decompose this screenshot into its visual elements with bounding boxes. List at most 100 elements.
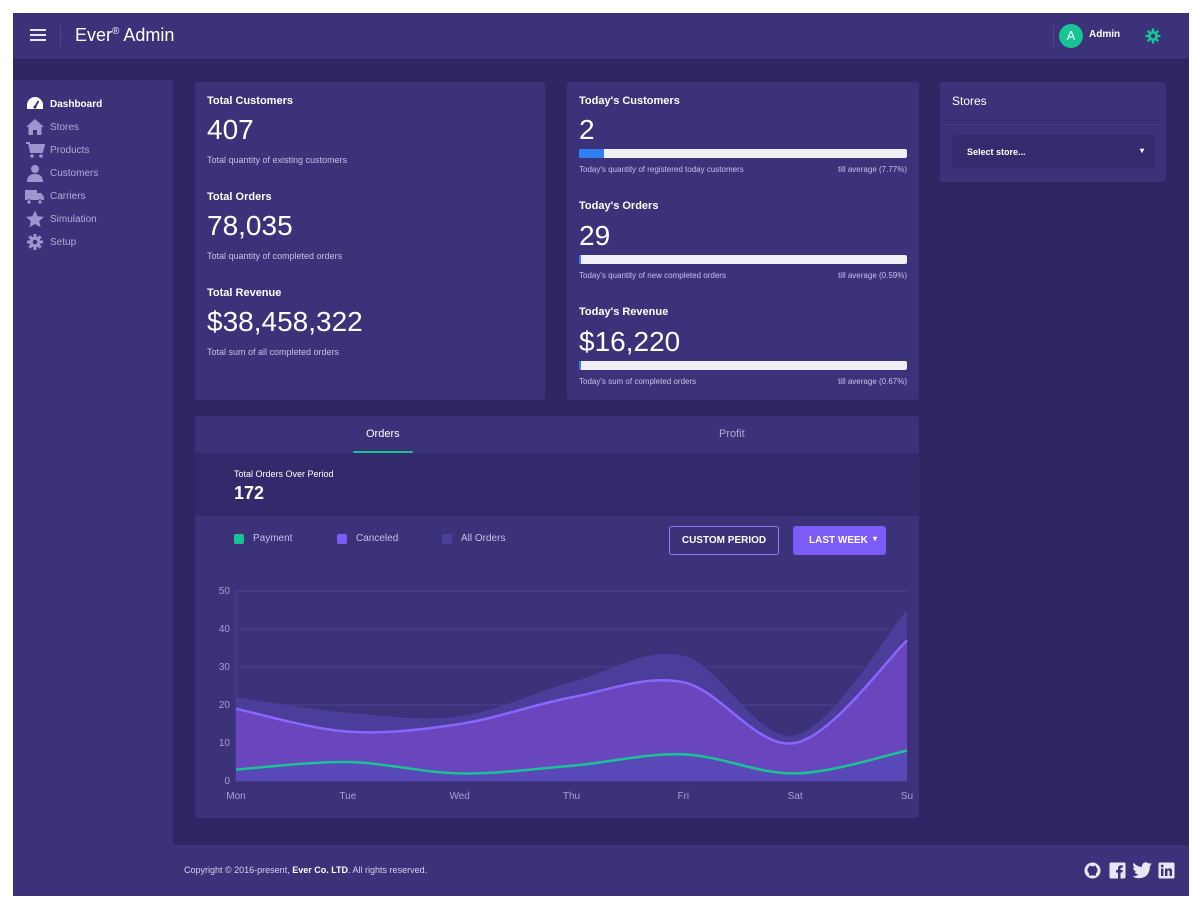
legend-label: All Orders: [461, 533, 506, 544]
brand-name: Ever: [75, 25, 113, 45]
company-name: Ever Co. LTD: [292, 865, 349, 875]
period-label: Total Orders Over Period: [234, 469, 334, 479]
sidebar-item-carriers[interactable]: Carriers: [25, 186, 86, 206]
sidebar-item-label: Setup: [50, 236, 77, 248]
sidebar-item-dashboard[interactable]: Dashboard: [25, 94, 102, 114]
user-icon: [25, 164, 45, 182]
hamburger-menu-icon[interactable]: [30, 27, 46, 45]
y-tick-label: 10: [219, 738, 231, 749]
legend-swatch: [337, 533, 347, 544]
x-tick-label: Thu: [563, 791, 580, 802]
chevron-down-icon: ▾: [1139, 146, 1144, 155]
header-divider-right: [1053, 25, 1054, 47]
sidebar-item-label: Dashboard: [50, 98, 103, 110]
brand-logo: Ever® Admin: [75, 25, 174, 46]
orders-chart-card: Orders Profit Total Orders Over Period 1…: [195, 416, 919, 818]
total-revenue-caption: Total sum of all completed orders: [207, 347, 340, 357]
legend-payment[interactable]: Payment: [234, 533, 292, 544]
total-orders-value: 78,035: [207, 210, 293, 241]
today-customers-title: Today's Customers: [579, 95, 680, 107]
sidebar: Dashboard Stores Products Customers Carr…: [13, 80, 173, 896]
star-icon: [25, 210, 45, 228]
total-revenue-title: Total Revenue: [207, 287, 282, 299]
truck-icon: [25, 187, 45, 205]
settings-gear-icon[interactable]: [1144, 27, 1162, 45]
dashboard-icon: [25, 95, 45, 113]
store-select[interactable]: Select store... ▾: [952, 135, 1154, 168]
stores-title: Stores: [952, 94, 987, 108]
sidebar-item-simulation[interactable]: Simulation: [25, 209, 97, 229]
home-icon: [25, 118, 45, 136]
period-summary: Total Orders Over Period 172: [195, 453, 919, 516]
header-divider: [60, 25, 61, 47]
chart-tabs: Orders Profit: [195, 416, 919, 454]
today-orders-title: Today's Orders: [579, 200, 659, 212]
total-customers-value: 407: [207, 114, 254, 145]
caret-down-icon: ▾: [872, 534, 877, 543]
sidebar-item-label: Customers: [50, 167, 99, 179]
linkedin-icon[interactable]: [1158, 862, 1175, 879]
total-customers-title: Total Customers: [207, 95, 293, 107]
period-value: 172: [234, 483, 265, 503]
copyright-prefix: Copyright © 2016-present,: [184, 865, 293, 875]
custom-period-button[interactable]: CUSTOM PERIOD: [669, 526, 779, 555]
today-revenue-progress: [579, 361, 907, 370]
sidebar-item-customers[interactable]: Customers: [25, 163, 98, 183]
sidebar-item-products[interactable]: Products: [25, 140, 89, 160]
x-tick-label: Sat: [788, 791, 803, 802]
app-window: Ever® Admin A Admin Dashboard Stores Pro…: [13, 13, 1189, 896]
today-revenue-value: $16,220: [579, 326, 681, 357]
copyright-suffix: . All rights reserved.: [348, 865, 428, 875]
tab-profit[interactable]: Profit: [719, 428, 745, 440]
sidebar-item-label: Products: [50, 144, 90, 156]
orders-area-chart: 0 10 20 30 40 50 Mon Tue Wed Thu Fri Sat Su: [219, 586, 913, 802]
sidebar-item-setup[interactable]: Setup: [25, 232, 76, 252]
x-tick-label: Fri: [677, 791, 689, 802]
total-customers-caption: Total quantity of existing customers: [207, 155, 348, 165]
today-orders-caption: Today's quantity of new completed orders: [579, 271, 726, 280]
x-tick-label: Su: [901, 791, 913, 802]
brand-suffix: Admin: [119, 25, 175, 45]
user-name[interactable]: Admin: [1089, 29, 1120, 40]
twitter-icon[interactable]: [1132, 862, 1153, 879]
y-tick-label: 50: [219, 586, 231, 597]
legend-label: Payment: [253, 533, 293, 544]
today-revenue-title: Today's Revenue: [579, 306, 669, 318]
today-revenue-average: till average (0.67%): [838, 377, 907, 386]
total-revenue-value: $38,458,322: [207, 306, 363, 337]
today-customers-caption: Today's quantity of registered today cus…: [579, 165, 744, 174]
series-area-canceled: [236, 640, 907, 781]
x-tick-label: Mon: [226, 791, 245, 802]
progress-fill: [579, 255, 581, 264]
stores-card: Stores Select store... ▾: [940, 82, 1166, 182]
sidebar-item-label: Simulation: [50, 213, 97, 225]
github-icon[interactable]: [1084, 862, 1101, 879]
y-tick-label: 30: [219, 662, 231, 673]
top-header: Ever® Admin A Admin: [13, 13, 1189, 60]
totals-card: Total Customers 407 Total quantity of ex…: [195, 82, 545, 400]
store-select-value: Select store...: [967, 147, 1026, 157]
gear-icon: [25, 233, 45, 251]
y-tick-label: 40: [219, 624, 231, 635]
today-customers-value: 2: [579, 114, 595, 145]
legend-swatch: [234, 533, 244, 544]
today-customers-average: till average (7.77%): [838, 165, 907, 174]
tab-orders[interactable]: Orders: [366, 428, 400, 440]
today-customers-progress: [579, 149, 907, 158]
copyright-text: Copyright © 2016-present, Ever Co. LTD. …: [184, 865, 427, 875]
legend-canceled[interactable]: Canceled: [337, 533, 398, 544]
facebook-icon[interactable]: [1109, 862, 1126, 879]
total-orders-caption: Total quantity of completed orders: [207, 251, 343, 261]
x-tick-label: Tue: [339, 791, 356, 802]
today-orders-value: 29: [579, 220, 611, 251]
last-week-label: LAST WEEK: [809, 535, 868, 546]
legend-all-orders[interactable]: All Orders: [442, 533, 505, 544]
sidebar-item-label: Stores: [50, 121, 79, 133]
last-week-dropdown[interactable]: LAST WEEK ▾: [793, 526, 886, 555]
today-orders-average: till average (0.59%): [838, 271, 907, 280]
avatar[interactable]: A: [1059, 24, 1083, 48]
progress-fill: [579, 149, 605, 158]
today-card: Today's Customers 2 Today's quantity of …: [567, 82, 919, 400]
legend-label: Canceled: [356, 533, 399, 544]
sidebar-item-stores[interactable]: Stores: [25, 117, 79, 137]
